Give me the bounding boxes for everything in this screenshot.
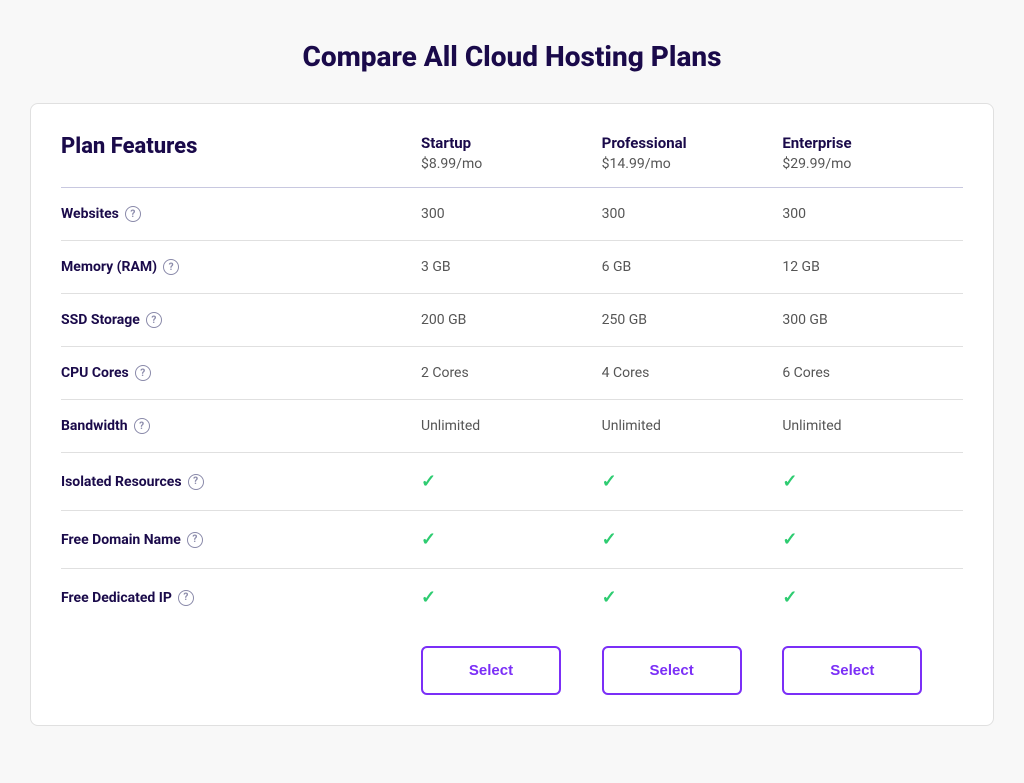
feature-value-bandwidth-enterprise: Unlimited (782, 418, 963, 434)
feature-value-websites-professional: 300 (602, 206, 783, 222)
select-btn-professional-wrapper: Select (602, 646, 783, 695)
plan-price-professional: $14.99/mo (602, 156, 783, 172)
feature-value-bandwidth-startup: Unlimited (421, 418, 602, 434)
plan-price-enterprise: $29.99/mo (782, 156, 963, 172)
table-row: Memory (RAM) ? 3 GB 6 GB 12 GB (61, 241, 963, 294)
feature-label-bandwidth: Bandwidth ? (61, 418, 421, 434)
table-row: Isolated Resources ? ✓ ✓ ✓ (61, 453, 963, 511)
feature-value-ssd-enterprise: 300 GB (782, 312, 963, 328)
feature-value-cpu-professional: 4 Cores (602, 365, 783, 381)
plan-name-startup: Startup (421, 134, 602, 152)
feature-value-domain-professional: ✓ (602, 529, 783, 550)
table-row: Websites ? 300 300 300 (61, 188, 963, 241)
select-button-startup[interactable]: Select (421, 646, 561, 695)
help-icon-bandwidth[interactable]: ? (134, 418, 150, 434)
feature-label-websites: Websites ? (61, 206, 421, 222)
plan-price-startup: $8.99/mo (421, 156, 602, 172)
help-icon-dedicated-ip[interactable]: ? (178, 590, 194, 606)
table-row: Free Dedicated IP ? ✓ ✓ ✓ (61, 569, 963, 626)
feature-label-memory: Memory (RAM) ? (61, 259, 421, 275)
help-icon-domain[interactable]: ? (187, 532, 203, 548)
table-row: SSD Storage ? 200 GB 250 GB 300 GB (61, 294, 963, 347)
feature-label-ssd: SSD Storage ? (61, 312, 421, 328)
feature-label-domain: Free Domain Name ? (61, 532, 421, 548)
feature-label-dedicated-ip: Free Dedicated IP ? (61, 590, 421, 606)
select-btn-enterprise-wrapper: Select (782, 646, 963, 695)
feature-value-isolated-professional: ✓ (602, 471, 783, 492)
feature-label-isolated: Isolated Resources ? (61, 474, 421, 490)
plan-name-enterprise: Enterprise (782, 134, 963, 152)
select-btn-startup-wrapper: Select (421, 646, 602, 695)
feature-value-isolated-startup: ✓ (421, 471, 602, 492)
table-body: Websites ? 300 300 300 Memory (RAM) ? 3 … (31, 188, 993, 626)
table-row: Bandwidth ? Unlimited Unlimited Unlimite… (61, 400, 963, 453)
feature-value-dedicated-ip-enterprise: ✓ (782, 587, 963, 608)
plan-col-enterprise: Enterprise $29.99/mo (782, 134, 963, 187)
feature-value-cpu-startup: 2 Cores (421, 365, 602, 381)
select-button-enterprise[interactable]: Select (782, 646, 922, 695)
feature-value-memory-professional: 6 GB (602, 259, 783, 275)
feature-value-domain-enterprise: ✓ (782, 529, 963, 550)
feature-value-domain-startup: ✓ (421, 529, 602, 550)
feature-value-websites-startup: 300 (421, 206, 602, 222)
feature-value-ssd-professional: 250 GB (602, 312, 783, 328)
plan-col-professional: Professional $14.99/mo (602, 134, 783, 187)
plan-col-startup: Startup $8.99/mo (421, 134, 602, 187)
table-header: Plan Features Startup $8.99/mo Professio… (31, 104, 993, 187)
table-row: Free Domain Name ? ✓ ✓ ✓ (61, 511, 963, 569)
feature-value-dedicated-ip-startup: ✓ (421, 587, 602, 608)
page-title: Compare All Cloud Hosting Plans (20, 40, 1004, 73)
help-icon-cpu[interactable]: ? (135, 365, 151, 381)
feature-value-isolated-enterprise: ✓ (782, 471, 963, 492)
plan-name-professional: Professional (602, 134, 783, 152)
table-footer: Select Select Select (31, 626, 993, 725)
comparison-card: Plan Features Startup $8.99/mo Professio… (30, 103, 994, 726)
feature-value-bandwidth-professional: Unlimited (602, 418, 783, 434)
feature-value-cpu-enterprise: 6 Cores (782, 365, 963, 381)
help-icon-websites[interactable]: ? (125, 206, 141, 222)
table-row: CPU Cores ? 2 Cores 4 Cores 6 Cores (61, 347, 963, 400)
feature-value-ssd-startup: 200 GB (421, 312, 602, 328)
select-button-professional[interactable]: Select (602, 646, 742, 695)
feature-value-dedicated-ip-professional: ✓ (602, 587, 783, 608)
feature-value-websites-enterprise: 300 (782, 206, 963, 222)
help-icon-ssd[interactable]: ? (146, 312, 162, 328)
feature-label-cpu: CPU Cores ? (61, 365, 421, 381)
feature-value-memory-enterprise: 12 GB (782, 259, 963, 275)
feature-value-memory-startup: 3 GB (421, 259, 602, 275)
help-icon-isolated[interactable]: ? (188, 474, 204, 490)
plan-features-label: Plan Features (61, 134, 421, 174)
help-icon-memory[interactable]: ? (163, 259, 179, 275)
page-container: Compare All Cloud Hosting Plans Plan Fea… (20, 20, 1004, 726)
